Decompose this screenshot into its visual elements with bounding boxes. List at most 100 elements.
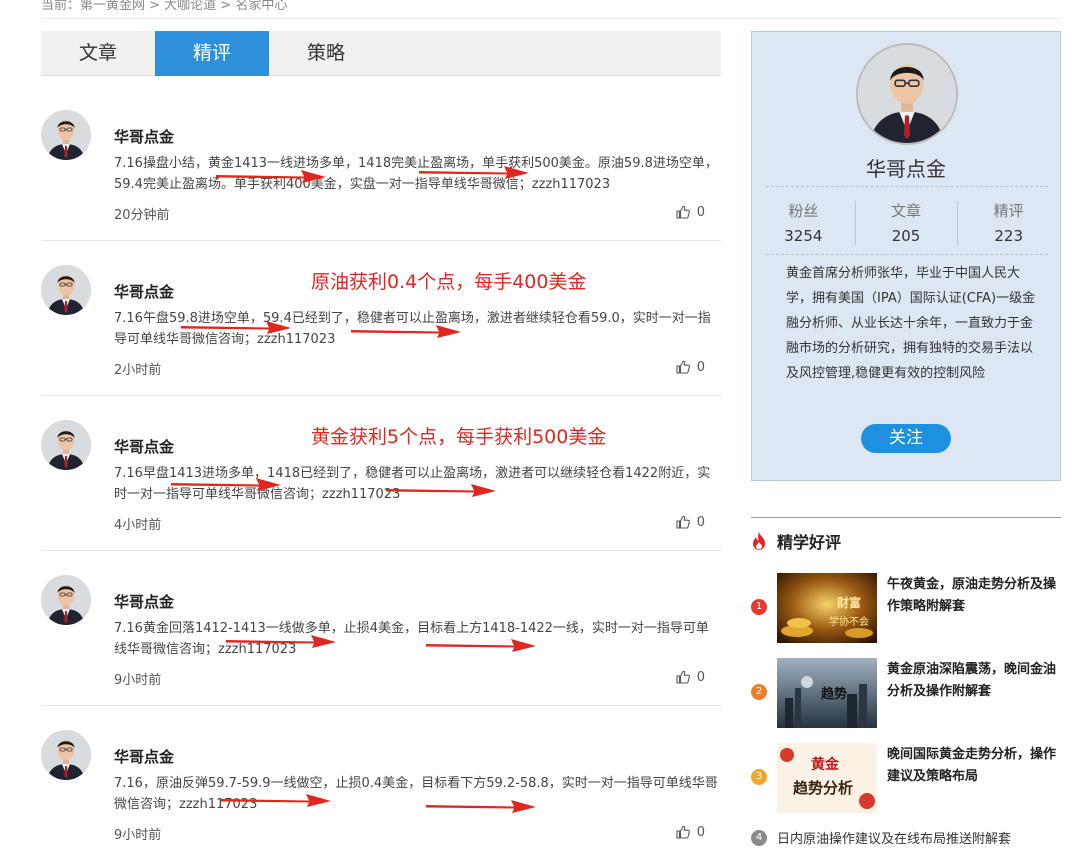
article-title[interactable]: 黄金原油深陷震荡，晚间金油分析及操作附解套 xyxy=(887,659,1061,703)
divider xyxy=(751,517,1061,518)
stat-articles: 文章 205 xyxy=(854,199,958,249)
recommend-header: 精学好评 xyxy=(751,529,841,553)
stat-value: 205 xyxy=(891,227,921,245)
post-item: 华哥点金 7.16，原油反弹59.7-59.9一线做空，止损0.4美金，目标看下… xyxy=(41,706,721,848)
red-arrow-icon xyxy=(181,319,291,335)
post-content: 7.16操盘小结，黄金1413一线进场多单，1418完美止盈离场，单手获利500… xyxy=(114,156,718,192)
svg-text:趋势分析: 趋势分析 xyxy=(793,779,853,797)
stat-value: 3254 xyxy=(784,227,823,245)
post-author[interactable]: 华哥点金 xyxy=(114,436,174,457)
red-arrow-icon xyxy=(351,323,461,339)
like-button[interactable]: 0 xyxy=(675,824,705,840)
stat-fans: 粉丝 3254 xyxy=(752,199,855,249)
post-feed: 华哥点金 7.16操盘小结，黄金1413一线进场多单，1418完美止盈离场，单手… xyxy=(41,86,721,848)
recommend-item[interactable]: 4 日内原油操作建议及在线布局推送附解套 xyxy=(751,828,1011,847)
red-arrow-icon xyxy=(426,637,536,653)
profile-card: 华哥点金 粉丝 3254 文章 205 精评 223 黄金首席分析师张华，毕业于… xyxy=(751,31,1061,481)
recommend-title: 精学好评 xyxy=(777,533,842,552)
article-title[interactable]: 晚间国际黄金走势分析，操作建议及策略布局 xyxy=(887,744,1061,788)
svg-text:财富: 财富 xyxy=(836,595,861,610)
rank-badge: 3 xyxy=(751,769,767,785)
avatar[interactable] xyxy=(41,730,91,780)
like-count: 0 xyxy=(696,514,705,530)
breadcrumb: 当前：第一黄金网 > 大咖论道 > 名家中心 xyxy=(41,0,288,13)
article-title[interactable]: 午夜黄金，原油走势分析及操作策略附解套 xyxy=(887,574,1061,618)
stat-label: 文章 xyxy=(891,202,922,220)
avatar[interactable] xyxy=(41,575,91,625)
rank-badge: 2 xyxy=(751,684,767,700)
stat-label: 精评 xyxy=(993,202,1024,220)
rank-badge: 4 xyxy=(751,829,767,846)
red-arrow-icon xyxy=(419,164,529,180)
red-arrow-icon xyxy=(226,633,336,649)
recommend-item[interactable]: 2 趋势 黄金原油深陷震荡，晚间金油分析及操作附解套 xyxy=(751,658,1061,730)
thumbs-up-icon xyxy=(675,669,691,685)
avatar[interactable] xyxy=(41,110,91,160)
gold-coins-image: 财富 学协不会 xyxy=(777,573,877,643)
thumbs-up-icon xyxy=(675,514,691,530)
divider xyxy=(766,254,1048,255)
divider xyxy=(766,186,1048,187)
stat-reviews: 精评 223 xyxy=(957,199,1060,249)
red-arrow-icon xyxy=(216,168,326,184)
tab-articles[interactable]: 文章 xyxy=(41,31,155,76)
red-arrow-icon xyxy=(171,476,281,492)
divider xyxy=(41,18,1061,19)
like-count: 0 xyxy=(696,204,705,220)
post-time: 9小时前 xyxy=(114,673,162,688)
post-time: 2小时前 xyxy=(114,363,162,378)
profile-name: 华哥点金 xyxy=(866,157,946,181)
post-time: 20分钟前 xyxy=(114,208,170,223)
like-button[interactable]: 0 xyxy=(675,359,705,375)
svg-text:黄金: 黄金 xyxy=(811,756,840,773)
trend-image: 趋势 xyxy=(777,658,877,728)
avatar[interactable] xyxy=(41,420,91,470)
article-thumbnail[interactable]: 财富 学协不会 xyxy=(777,573,877,643)
avatar[interactable] xyxy=(41,265,91,315)
profit-annotation: 黄金获利5个点，每手获利500美金 xyxy=(311,426,607,448)
post-content: 7.16，原油反弹59.7-59.9一线做空，止损0.4美金，目标看下方59.2… xyxy=(114,776,718,812)
recommend-item[interactable]: 1 财富 学协不会 午夜黄金，原油走势分析及操作策略附解套 xyxy=(751,573,1061,645)
post-author[interactable]: 华哥点金 xyxy=(114,591,174,612)
like-count: 0 xyxy=(696,359,705,375)
profile-avatar xyxy=(856,43,958,145)
stat-label: 粉丝 xyxy=(788,202,819,220)
post-author[interactable]: 华哥点金 xyxy=(114,281,174,302)
flame-icon xyxy=(753,532,765,550)
like-button[interactable]: 0 xyxy=(675,669,705,685)
svg-text:趋势: 趋势 xyxy=(821,686,847,702)
svg-text:学协不会: 学协不会 xyxy=(829,615,869,628)
gold-analysis-image: 黄金 趋势分析 xyxy=(777,743,877,813)
like-button[interactable]: 0 xyxy=(675,204,705,220)
like-button[interactable]: 0 xyxy=(675,514,705,530)
post-item: 原油获利0.4个点，每手400美金 华哥点金 7.16午盘59.8进场空单，59… xyxy=(41,241,721,396)
tab-reviews[interactable]: 精评 xyxy=(155,31,269,76)
red-arrow-icon xyxy=(221,792,331,808)
article-title[interactable]: 日内原油操作建议及在线布局推送附解套 xyxy=(777,828,1011,847)
post-content: 7.16黄金回落1412-1413一线做多单，止损4美金，目标看上方1418-1… xyxy=(114,621,709,657)
like-count: 0 xyxy=(696,669,705,685)
recommend-item[interactable]: 3 黄金 趋势分析 晚间国际黄金走势分析，操作建议及策略布局 xyxy=(751,743,1061,815)
profile-stats: 粉丝 3254 文章 205 精评 223 xyxy=(752,199,1060,249)
post-item: 黄金获利5个点，每手获利500美金 华哥点金 7.16早盘1413进场多单，14… xyxy=(41,396,721,551)
post-author[interactable]: 华哥点金 xyxy=(114,126,174,147)
profit-annotation: 原油获利0.4个点，每手400美金 xyxy=(311,271,587,293)
red-arrow-icon xyxy=(426,798,536,814)
stat-value: 223 xyxy=(994,227,1023,245)
article-thumbnail[interactable]: 趋势 xyxy=(777,658,877,728)
post-item: 华哥点金 7.16黄金回落1412-1413一线做多单，止损4美金，目标看上方1… xyxy=(41,551,721,706)
thumbs-up-icon xyxy=(675,204,691,220)
red-arrow-icon xyxy=(386,482,496,498)
follow-button[interactable]: 关注 xyxy=(861,424,951,453)
post-author[interactable]: 华哥点金 xyxy=(114,746,174,767)
profile-bio: 黄金首席分析师张华，毕业于中国人民大学，拥有美国（IPA）国际认证(CFA)一级… xyxy=(786,266,1036,381)
tab-bar: 文章 精评 策略 xyxy=(41,31,721,76)
post-item: 华哥点金 7.16操盘小结，黄金1413一线进场多单，1418完美止盈离场，单手… xyxy=(41,86,721,241)
thumbs-up-icon xyxy=(675,824,691,840)
thumbs-up-icon xyxy=(675,359,691,375)
rank-badge: 1 xyxy=(751,599,767,615)
post-time: 9小时前 xyxy=(114,828,162,843)
tab-strategy[interactable]: 策略 xyxy=(269,31,383,76)
article-thumbnail[interactable]: 黄金 趋势分析 xyxy=(777,743,877,813)
like-count: 0 xyxy=(696,824,705,840)
